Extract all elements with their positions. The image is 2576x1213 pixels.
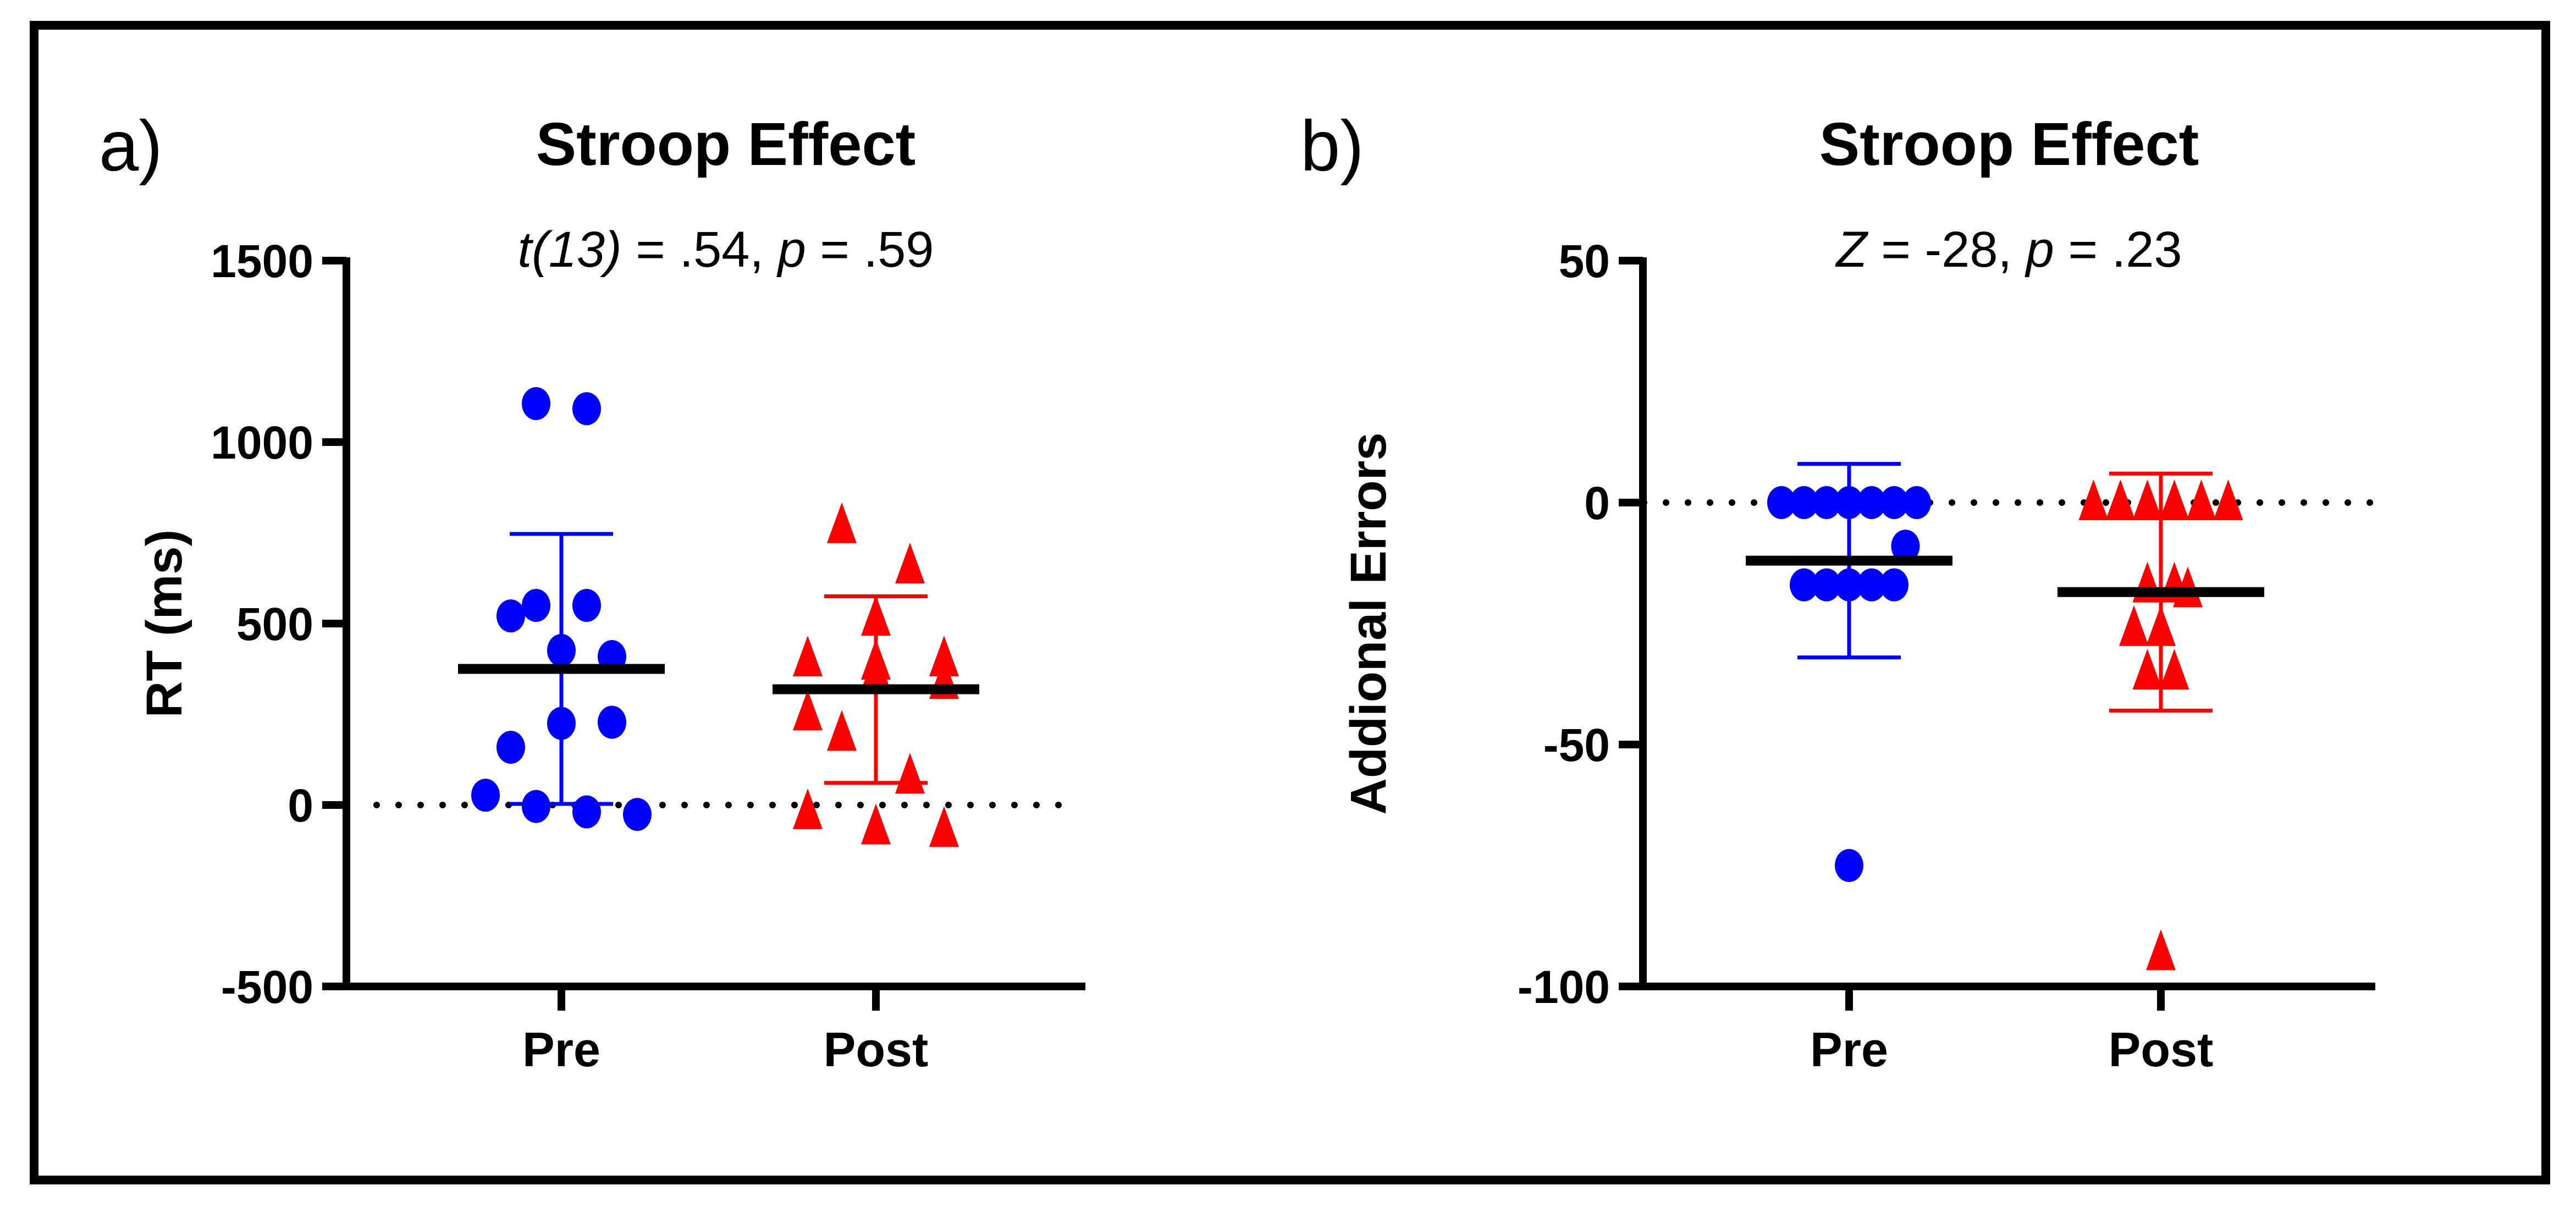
data-point-pre [522,790,550,823]
p-label: p [776,222,806,278]
data-point-post [861,803,891,845]
data-point-post [2132,649,2163,690]
p-value: = .59 [806,222,934,278]
chart-title: Stroop Effect [536,111,916,178]
stat-value: = .54, [622,222,778,278]
data-point-post [2186,479,2216,520]
chart-subtitle: t(13) = .54, p = .59 [518,222,934,278]
figure: a) Stroop Effect t(13) = .54, p = .59 RT… [30,21,2550,1184]
chart-title: Stroop Effect [1819,111,2199,178]
data-point-pre [572,589,601,622]
y-tick-label: 1000 [211,417,313,468]
y-tick-label: 500 [236,598,313,650]
x-tick-label: Post [2109,1022,2214,1077]
p-value: = .23 [2054,222,2182,278]
panel-a: a) Stroop Effect t(13) = .54, p = .59 RT… [99,106,1085,1077]
y-tick-label: 0 [1584,477,1610,529]
data-point-pre [522,387,550,421]
panel-label: a) [99,106,163,186]
x-tick-label: Pre [1810,1022,1888,1077]
data-point-pre [522,589,550,622]
data-point-post [2159,479,2189,520]
y-axis-label: Addional Errors [1341,432,1397,814]
data-point-post [2132,479,2163,520]
data-point-pre [1880,568,1908,602]
data-point-pre [623,798,652,831]
y-tick-label: -100 [1518,961,1610,1013]
data-point-post [827,710,857,751]
x-tick-label: Post [824,1022,929,1077]
data-point-pre [497,731,525,764]
y-axis-label: RT (ms) [136,530,192,718]
data-point-post [895,543,925,584]
data-point-pre [1902,486,1931,519]
data-point-pre [471,779,500,812]
data-point-pre [572,795,601,829]
stat-label: Z [1835,222,1868,278]
data-point-pre [547,707,576,740]
data-point-pre [547,633,576,667]
data-point-post [861,595,891,636]
stat-value: = -28, [1867,222,2026,278]
data-point-pre [1835,849,1863,882]
y-tick-label: 1500 [211,235,313,287]
data-point-post [2119,605,2149,646]
chart-subtitle: Z = -28, p = .23 [1835,222,2182,278]
x-tick-label: Pre [522,1022,600,1077]
data-point-pre [598,705,626,739]
p-label: p [2025,222,2054,278]
data-point-pre [572,392,601,426]
panel-b: b) Stroop Effect Z = -28, p = .23 Addion… [1300,106,2379,1077]
data-point-post [2159,649,2189,690]
data-point-post [2105,479,2136,520]
panel-label: b) [1300,106,1364,186]
data-point-post [793,788,823,829]
data-point-post [895,753,925,794]
data-point-post [929,806,959,847]
stat-label: t(13) [518,222,622,278]
data-point-post [793,636,823,677]
data-point-post [2146,605,2176,646]
y-tick-label: -500 [221,961,313,1013]
data-point-post [827,502,857,543]
data-point-post [2146,929,2176,971]
y-tick-label: -50 [1543,719,1610,771]
y-tick-label: 0 [288,780,313,831]
data-point-pre [497,599,525,633]
y-tick-label: 50 [1559,235,1610,287]
data-point-post [793,690,823,731]
figure-frame [30,21,2550,1184]
